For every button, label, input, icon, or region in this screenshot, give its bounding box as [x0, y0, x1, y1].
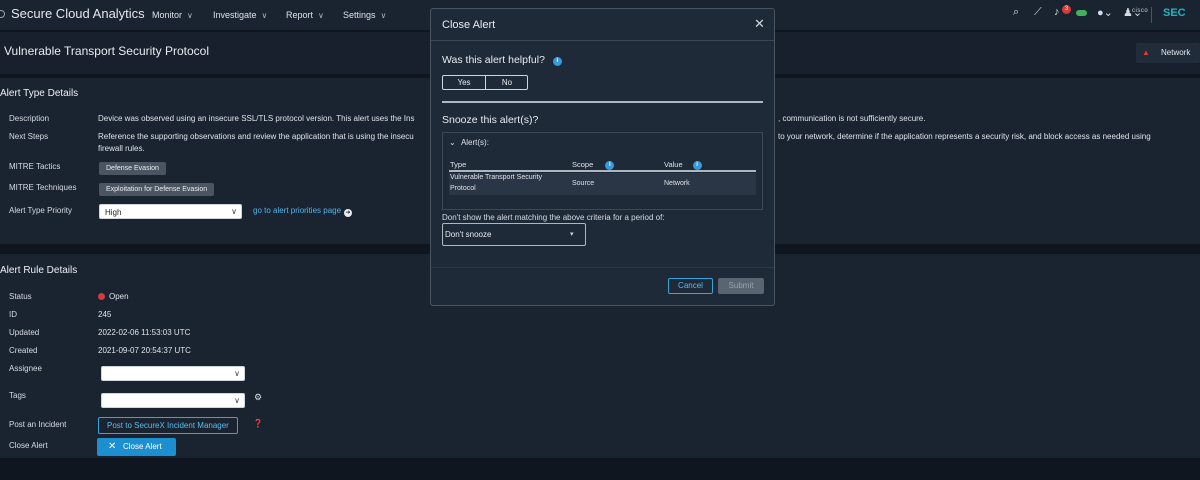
info-icon[interactable]: i [692, 161, 702, 170]
nav-investigate[interactable]: Investigate ∨ [213, 10, 267, 20]
id-label: ID [9, 310, 17, 319]
help-icon[interactable]: ●⌄ [1097, 6, 1113, 19]
nav-divider [1151, 7, 1152, 23]
close-alert-modal: Close Alert ✕ Was this alert helpful? i … [430, 8, 775, 306]
chart-icon[interactable]: ⟋ [1034, 6, 1042, 19]
chevron-down-icon: ∨ [231, 207, 237, 216]
caret-down-icon: ▾ [570, 231, 574, 238]
helpful-question: Was this alert helpful? i [442, 54, 562, 66]
chevron-down-icon: ∨ [380, 11, 387, 20]
chevron-down-icon: ∨ [261, 11, 268, 20]
mitre-techniques-label: MITRE Techniques [9, 183, 77, 192]
footer-divider [431, 267, 774, 268]
post-incident-label: Post an Incident [9, 420, 67, 429]
status-label: Status [9, 292, 32, 301]
nav-report[interactable]: Report ∨ [286, 10, 324, 20]
cloud-icon[interactable] [1076, 10, 1087, 16]
next-steps-text-tail: to your network, determine if the applic… [778, 132, 1151, 141]
network-chip[interactable]: ▲ Network [1136, 43, 1200, 63]
close-icon[interactable]: ✕ [754, 16, 765, 32]
close-alert-button[interactable]: ✕ Close Alert [97, 438, 176, 456]
description-label: Description [9, 114, 50, 123]
snooze-question: Snooze this alert(s)? [442, 114, 539, 126]
snooze-period-select[interactable]: Don't snooze ▾ [442, 223, 586, 246]
network-chip-label: Network [1161, 48, 1191, 57]
cisco-logo: cisco [1132, 8, 1149, 14]
section-divider [442, 101, 763, 103]
alert-type-heading: Alert Type Details [0, 88, 79, 99]
table-row: Vulnerable Transport Security Protocol S… [449, 173, 756, 195]
app-brand[interactable]: Secure Cloud Analytics [0, 6, 145, 21]
description-text-tail: , communication is not sufficiently secu… [778, 114, 926, 123]
close-alert-label: Close Alert [9, 441, 48, 450]
column-scope: Scope i [572, 160, 615, 170]
yes-button[interactable]: Yes [443, 76, 485, 89]
alert-rule-heading: Alert Rule Details [0, 265, 78, 276]
modal-header: Close Alert ✕ [431, 9, 774, 41]
priority-select-value: High [105, 208, 122, 217]
arrow-right-circle-icon: ➜ [344, 209, 353, 217]
tags-label: Tags [9, 391, 26, 400]
modal-title: Close Alert [442, 19, 496, 31]
alerts-header[interactable]: ⌄ Alert(s): [449, 138, 489, 147]
updated-value: 2022-02-06 11:53:03 UTC [98, 328, 191, 337]
table-header-line [449, 170, 756, 172]
info-icon[interactable]: i [605, 161, 615, 170]
tags-select[interactable]: ∨ [101, 393, 245, 408]
bell-icon[interactable]: ♪ [1054, 6, 1060, 18]
app-logo-icon [0, 10, 5, 18]
description-text: Device was observed using an insecure SS… [98, 114, 415, 123]
nav-monitor[interactable]: Monitor ∨ [152, 10, 193, 20]
period-label: Don't show the alert matching the above … [442, 213, 665, 222]
next-steps-label: Next Steps [9, 132, 49, 141]
helpful-toggle-group: Yes No [442, 75, 528, 90]
row-scope: Source [572, 180, 595, 187]
id-value: 245 [98, 310, 112, 319]
assignee-select[interactable]: ∨ [101, 366, 245, 381]
page-title: Vulnerable Transport Security Protocol [4, 44, 209, 58]
alerts-box: ⌄ Alert(s): Type Scope i Value i Vulnerabl… [442, 132, 763, 210]
cancel-button[interactable]: Cancel [668, 278, 713, 294]
next-steps-text: Reference the supporting observations an… [98, 132, 414, 141]
updated-label: Updated [9, 328, 40, 337]
mitre-technique-tag: Exploitation for Defense Evasion [99, 183, 215, 196]
info-icon[interactable]: i [552, 57, 562, 66]
created-value: 2021-09-07 20:54:37 UTC [98, 346, 191, 355]
post-securex-button[interactable]: Post to SecureX Incident Manager [98, 417, 238, 434]
close-icon: ✕ [108, 441, 117, 452]
status-dot-icon [98, 293, 105, 300]
chevron-down-icon: ⌄ [449, 138, 456, 147]
app-title: Secure Cloud Analytics [11, 6, 145, 21]
status-value: Open [98, 292, 129, 301]
priority-label: Alert Type Priority [9, 206, 72, 215]
chevron-down-icon: ∨ [234, 369, 240, 378]
next-steps-text-line2: firewall rules. [98, 144, 145, 153]
row-type-line2: Protocol [450, 185, 476, 192]
column-type: Type [450, 160, 467, 169]
notification-badge: 3 [1062, 5, 1071, 14]
submit-button[interactable]: Submit [718, 278, 764, 294]
row-type-line1: Vulnerable Transport Security [450, 174, 542, 181]
cisco-brand-text: SEC [1163, 7, 1186, 19]
assignee-label: Assignee [9, 364, 42, 373]
column-value: Value i [664, 160, 702, 170]
mitre-tactic-tag: Defense Evasion [99, 162, 166, 175]
help-icon[interactable]: ❓ [253, 419, 263, 428]
alert-priorities-link[interactable]: go to alert priorities page ➜ [253, 206, 353, 217]
gear-icon[interactable]: ⚙ [254, 392, 262, 403]
priority-select[interactable]: High ∨ [99, 204, 242, 219]
snooze-select-value: Don't snooze [445, 230, 492, 239]
no-button[interactable]: No [486, 76, 528, 89]
row-value: Network [664, 180, 690, 187]
chevron-down-icon: ∨ [318, 11, 324, 20]
chevron-down-icon: ∨ [187, 11, 193, 20]
search-icon[interactable]: ⌕ [1013, 6, 1019, 19]
mitre-tactics-label: MITRE Tactics [9, 162, 61, 171]
chevron-down-icon: ∨ [234, 396, 240, 405]
alert-triangle-icon: ▲ [1142, 48, 1150, 57]
nav-settings[interactable]: Settings ∨ [343, 10, 386, 20]
created-label: Created [9, 346, 38, 355]
